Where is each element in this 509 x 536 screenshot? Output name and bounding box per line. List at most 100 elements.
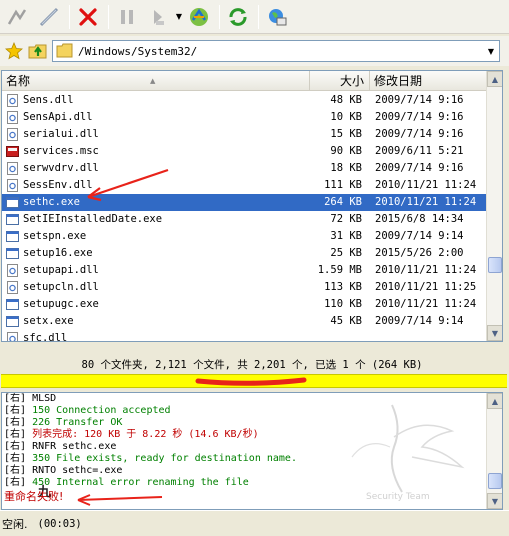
file-name: setup16.exe: [23, 247, 93, 259]
file-size: 10 KB: [330, 111, 362, 123]
table-row[interactable]: serwvdrv.dll 18 KB 2009/7/14 9:16: [2, 160, 488, 177]
log-line: [右] 350 File exists, ready for destinati…: [4, 453, 488, 465]
table-row[interactable]: setup16.exe 25 KB 2015/5/26 2:00: [2, 245, 488, 262]
refresh-icon[interactable]: [223, 2, 253, 32]
exe-icon: [6, 248, 19, 259]
selection-summary: 80 个文件夹, 2,121 个文件, 共 2,201 个, 已选 1 个 (2…: [81, 359, 423, 371]
file-size: 18 KB: [330, 162, 362, 174]
msc-icon: [6, 146, 19, 157]
highlight-bar: [1, 374, 507, 388]
file-name: setx.exe: [23, 315, 74, 327]
dll-icon: [7, 111, 18, 124]
path-input[interactable]: [74, 42, 483, 60]
exe-icon: [6, 214, 19, 225]
file-rows: Sens.dll 48 KB 2009/7/14 9:16 SensApi.dll 10…: [2, 92, 488, 342]
scroll-up-button[interactable]: ▲: [487, 393, 502, 409]
file-size: 25 KB: [330, 247, 362, 259]
file-name: setupcln.dll: [23, 281, 99, 293]
file-name: services.msc: [23, 145, 99, 157]
table-row[interactable]: services.msc 90 KB 2009/6/11 5:21: [2, 143, 488, 160]
column-header: 名称 ▲ 大小 修改日期: [2, 71, 488, 91]
file-date: 2010/11/21 11:25: [375, 281, 477, 293]
file-date: 2015/5/26 2:00: [375, 247, 464, 259]
log-line: [右] RNTO sethc=.exe: [4, 465, 488, 477]
column-modified[interactable]: 修改日期: [370, 71, 488, 91]
log-prefix: [右]: [4, 477, 27, 488]
file-size: 72 KB: [330, 213, 362, 225]
scroll-down-button[interactable]: ▼: [487, 493, 502, 509]
exe-icon: [6, 197, 19, 208]
file-name: serwvdrv.dll: [23, 162, 99, 174]
log-line: [右] 150 Connection accepted: [4, 405, 488, 417]
up-folder-icon[interactable]: [27, 40, 49, 62]
star-icon[interactable]: [3, 40, 25, 62]
table-row[interactable]: setspn.exe 31 KB 2009/7/14 9:14: [2, 228, 488, 245]
column-size[interactable]: 大小: [310, 71, 370, 91]
table-row[interactable]: SessEnv.dll 111 KB 2010/11/21 11:24: [2, 177, 488, 194]
log-text: RNFR sethc.exe: [26, 441, 117, 452]
status-bar: 空闲. (00:03): [0, 510, 509, 536]
table-row[interactable]: SensApi.dll 10 KB 2009/7/14 9:16: [2, 109, 488, 126]
file-size: 31 KB: [330, 230, 362, 242]
disconnect-icon[interactable]: [34, 2, 64, 32]
table-row[interactable]: setupcln.dll 113 KB 2010/11/21 11:25: [2, 279, 488, 296]
table-row[interactable]: setupapi.dll 1.59 MB 2010/11/21 11:24: [2, 262, 488, 279]
table-row[interactable]: setx.exe 45 KB 2009/7/14 9:14: [2, 313, 488, 330]
file-date: 2009/7/14 9:16: [375, 111, 464, 123]
file-size: 45 KB: [330, 315, 362, 327]
exe-icon: [6, 231, 19, 242]
world-icon[interactable]: [262, 2, 292, 32]
column-name[interactable]: 名称 ▲: [2, 71, 310, 91]
scroll-down-button[interactable]: ▼: [487, 325, 502, 341]
file-date: 2009/7/14 9:14: [375, 315, 464, 327]
file-date: 2009/7/14 9:16: [375, 162, 464, 174]
path-field[interactable]: ▼: [52, 40, 500, 62]
table-row[interactable]: sethc.exe 264 KB 2010/11/21 11:24: [2, 194, 488, 211]
toolbar: ▼: [0, 0, 509, 34]
dll-icon: [7, 128, 18, 141]
transfer-icon[interactable]: [184, 2, 214, 32]
file-size: 110 KB: [324, 298, 362, 310]
file-name: sfc.dll: [23, 332, 68, 342]
file-date: 2009/7/14 9:16: [375, 128, 464, 140]
file-size: 113 KB: [324, 281, 362, 293]
log-scrollbar[interactable]: ▲ ▼: [486, 393, 502, 509]
log-prefix: [右]: [4, 453, 27, 464]
connect-icon[interactable]: [2, 2, 32, 32]
file-size: 90 KB: [330, 145, 362, 157]
log-prefix: [右]: [4, 441, 27, 452]
scroll-up-button[interactable]: ▲: [487, 71, 502, 87]
log-lines: [右] MLSD [右] 150 Connection accepted [右] 2…: [4, 393, 488, 504]
skip-icon[interactable]: [144, 2, 174, 32]
exe-icon: [6, 299, 19, 310]
log-line: [右] 450 Internal error renaming the file: [4, 477, 488, 489]
toolbar-separator: [219, 4, 220, 29]
scroll-thumb[interactable]: [488, 257, 502, 273]
sort-arrow-icon: ▲: [150, 77, 156, 85]
dll-icon: [7, 264, 18, 277]
table-row[interactable]: setupugc.exe 110 KB 2010/11/21 11:24: [2, 296, 488, 313]
chevron-down-icon[interactable]: ▼: [483, 41, 499, 61]
dll-icon: [7, 179, 18, 192]
table-row[interactable]: serialui.dll 15 KB 2009/7/14 9:16: [2, 126, 488, 143]
log-line: [右] 226 Transfer OK: [4, 417, 488, 429]
log-line: [右] MLSD: [4, 393, 488, 405]
file-list: 名称 ▲ 大小 修改日期 Sens.dll 48 KB 2009/7/14 9:16 S…: [1, 70, 503, 342]
log-text: 450 Internal error renaming the file: [26, 477, 249, 488]
file-date: 2015/6/8 14:34: [375, 213, 464, 225]
chevron-down-icon[interactable]: ▼: [174, 2, 184, 32]
file-size: 48 KB: [330, 94, 362, 106]
table-row[interactable]: sfc.dll: [2, 330, 488, 342]
file-list-scrollbar[interactable]: ▲ ▼: [486, 71, 502, 341]
log-line: [右] 列表完成: 120 KB 于 8.22 秒 (14.6 KB/秒): [4, 429, 488, 441]
toolbar-separator: [258, 4, 259, 29]
pause-icon[interactable]: [112, 2, 142, 32]
table-row[interactable]: Sens.dll 48 KB 2009/7/14 9:16: [2, 92, 488, 109]
table-row[interactable]: SetIEInstalledDate.exe 72 KB 2015/6/8 14:3…: [2, 211, 488, 228]
abort-icon[interactable]: [73, 2, 103, 32]
file-name: setupugc.exe: [23, 298, 99, 310]
scroll-thumb[interactable]: [488, 473, 502, 489]
log-panel: Security Team 九 [右] MLSD [右] 150 Connecti…: [1, 392, 503, 510]
log-text: 226 Transfer OK: [26, 417, 123, 428]
log-prefix: [右]: [4, 465, 27, 476]
